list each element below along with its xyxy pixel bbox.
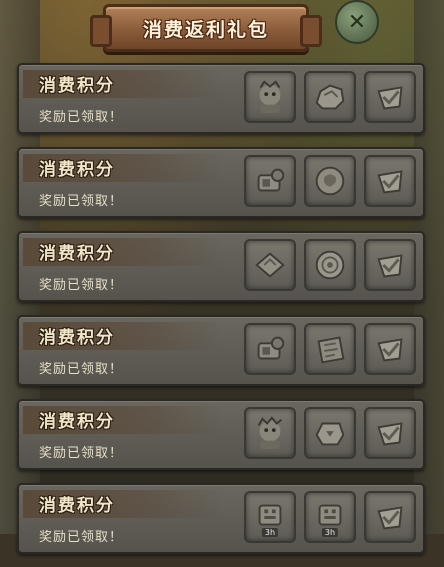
title-plaque: 消费返利礼包 [90, 4, 322, 52]
claimed-check-icon [377, 170, 403, 194]
reward-slot-claimed[interactable] [364, 239, 416, 291]
row-status: 奖励已领取！ [39, 110, 124, 125]
row-title: 消费积分 [39, 244, 115, 264]
reward-slot[interactable] [304, 239, 356, 291]
scroll-tile-icon [255, 252, 285, 278]
claimed-check-icon [377, 506, 403, 530]
reward-slot[interactable] [244, 239, 296, 291]
row-title: 消费积分 [39, 496, 115, 516]
reward-row: 消费积分 奖励已领取！ 3h 3h [17, 483, 425, 554]
reward-slot-claimed[interactable] [364, 323, 416, 375]
reward-slot[interactable] [244, 155, 296, 207]
crafting-kit-icon [257, 168, 285, 192]
row-title: 消费积分 [39, 412, 115, 432]
reward-slot[interactable]: 3h [244, 491, 296, 543]
close-button[interactable]: ✕ [335, 0, 379, 44]
reward-row: 消费积分 奖励已领取！ [17, 63, 425, 134]
round-token-icon [315, 250, 345, 280]
reward-row: 消费积分 奖励已领取！ [17, 147, 425, 218]
claimed-check-icon [377, 254, 403, 278]
claimed-check-icon [377, 338, 403, 362]
hero-portrait-icon [257, 416, 282, 450]
reward-slot-claimed[interactable] [364, 71, 416, 123]
ore-chunk-icon [315, 84, 345, 110]
duration-badge: 3h [261, 528, 279, 537]
row-title: 消费积分 [39, 328, 115, 348]
reward-slot[interactable]: 3h [304, 491, 356, 543]
reward-slot[interactable] [304, 155, 356, 207]
row-status: 奖励已领取！ [39, 530, 124, 545]
reward-slot[interactable] [304, 323, 356, 375]
stone-tablet-icon [315, 422, 345, 446]
row-title: 消费积分 [39, 160, 115, 180]
reward-slot[interactable] [304, 407, 356, 459]
carved-rune-icon [317, 336, 345, 364]
close-icon: ✕ [347, 9, 367, 35]
reward-list: 消费积分 奖励已领取！ 消费积分 奖励已领取！ 消费积分 奖励已领取！ 消费积分… [17, 63, 425, 567]
reward-row: 消费积分 奖励已领取！ [17, 315, 425, 386]
hero-portrait-icon [259, 80, 281, 114]
reward-slot[interactable] [304, 71, 356, 123]
reward-slot-claimed[interactable] [364, 155, 416, 207]
row-status: 奖励已领取！ [39, 194, 124, 209]
row-status: 奖励已领取！ [39, 446, 124, 461]
page-title: 消费返利礼包 [142, 18, 269, 41]
reward-slot[interactable] [244, 323, 296, 375]
row-status: 奖励已领取！ [39, 362, 124, 377]
duration-badge: 3h [321, 528, 339, 537]
reward-row: 消费积分 奖励已领取！ [17, 231, 425, 302]
claimed-check-icon [377, 86, 403, 110]
reward-slot-claimed[interactable] [364, 407, 416, 459]
reward-slot[interactable] [244, 71, 296, 123]
row-title: 消费积分 [39, 76, 115, 96]
reward-slot-claimed[interactable] [364, 491, 416, 543]
ancient-coin-icon [315, 166, 345, 196]
row-status: 奖励已领取！ [39, 278, 124, 293]
crafting-kit-icon [257, 336, 285, 360]
reward-row: 消费积分 奖励已领取！ [17, 399, 425, 470]
claimed-check-icon [377, 422, 403, 446]
reward-slot[interactable] [244, 407, 296, 459]
